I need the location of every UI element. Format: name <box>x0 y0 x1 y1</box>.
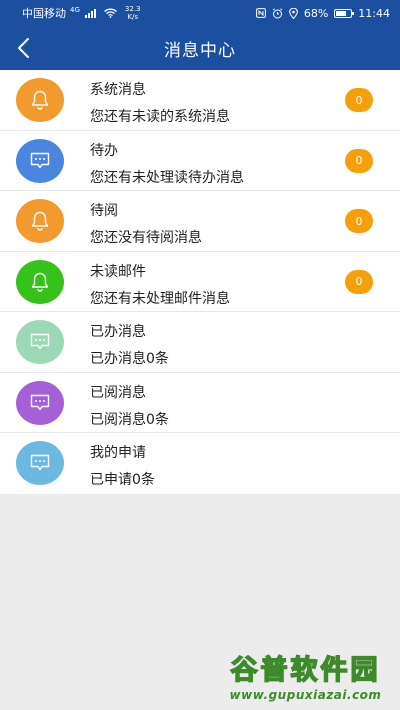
message-description: 已阅消息0条 <box>90 411 169 428</box>
message-item[interactable]: 已阅消息已阅消息0条 <box>0 373 400 433</box>
message-item[interactable]: 系统消息您还有未读的系统消息 0 <box>0 70 400 131</box>
message-avatar <box>16 259 64 304</box>
wifi-icon <box>103 8 117 18</box>
location-icon <box>288 7 298 19</box>
message-description: 您还有未读的系统消息 <box>90 109 230 125</box>
chat-bubble-icon <box>29 332 51 352</box>
chat-bubble-icon <box>29 151 51 171</box>
bell-icon <box>29 271 51 293</box>
message-description: 已办消息0条 <box>90 351 169 367</box>
chevron-left-icon <box>16 37 30 59</box>
battery-icon <box>334 8 355 18</box>
watermark-logo: 谷普软件园 <box>230 654 381 687</box>
message-title: 我的申请 <box>90 445 146 461</box>
unread-count-badge: 0 <box>345 269 373 294</box>
message-description: 您还有未处理读待办消息 <box>90 169 244 186</box>
nfc-icon <box>255 8 266 18</box>
message-description: 您还没有待阅消息 <box>90 230 202 246</box>
message-avatar <box>16 78 64 122</box>
app-bar: 消息中心 <box>0 26 400 70</box>
chat-bubble-icon <box>29 393 51 413</box>
message-item[interactable]: 未读邮件您还有未处理邮件消息 0 <box>0 252 400 312</box>
watermark: 谷普软件园 www.gupuxiazai.com <box>213 650 398 705</box>
clock: 11:44 <box>358 6 390 20</box>
message-list: 系统消息您还有未读的系统消息 0 待办您还有未处理读待办消息 0 待阅您还没有待阅消息 0… <box>0 70 400 494</box>
speed-value: 32.3 <box>124 5 141 13</box>
message-avatar <box>16 380 64 425</box>
watermark-url: www.gupuxiazai.com <box>229 688 382 702</box>
message-avatar <box>16 199 64 243</box>
battery-percent: 68% <box>303 6 329 20</box>
signal-icon <box>84 8 96 18</box>
message-item[interactable]: 待阅您还没有待阅消息 0 <box>0 191 400 252</box>
back-button[interactable] <box>8 32 38 64</box>
message-title: 系统消息 <box>90 82 146 98</box>
message-item[interactable]: 待办您还有未处理读待办消息 0 <box>0 131 400 191</box>
bell-icon <box>29 89 51 111</box>
alarm-icon <box>272 7 283 19</box>
message-avatar <box>16 138 64 183</box>
speed-unit: K/s <box>127 13 138 21</box>
page-title: 消息中心 <box>164 40 236 61</box>
bell-icon <box>29 210 51 232</box>
message-description: 已申请0条 <box>90 472 155 488</box>
message-title: 已办消息 <box>90 324 146 340</box>
network-type: 4G <box>70 6 80 14</box>
message-description: 您还有未处理邮件消息 <box>90 290 230 307</box>
message-title: 已阅消息 <box>90 384 146 401</box>
unread-count-badge: 0 <box>345 88 373 112</box>
message-avatar <box>16 320 64 364</box>
message-title: 待阅 <box>90 203 118 219</box>
message-item[interactable]: 我的申请已申请0条 <box>0 433 400 494</box>
message-title: 待办 <box>90 142 118 159</box>
unread-count-badge: 0 <box>345 148 373 173</box>
message-title: 未读邮件 <box>90 263 146 280</box>
chat-bubble-icon <box>29 453 51 473</box>
network-speed: 32.3 K/s <box>125 5 141 21</box>
message-avatar <box>16 441 64 485</box>
unread-count-badge: 0 <box>345 209 373 233</box>
status-bar: 中国移动 4G 32.3 K/s 68% 11:44 <box>0 0 400 26</box>
message-item[interactable]: 已办消息已办消息0条 <box>0 312 400 373</box>
carrier-name: 中国移动 <box>22 7 66 20</box>
